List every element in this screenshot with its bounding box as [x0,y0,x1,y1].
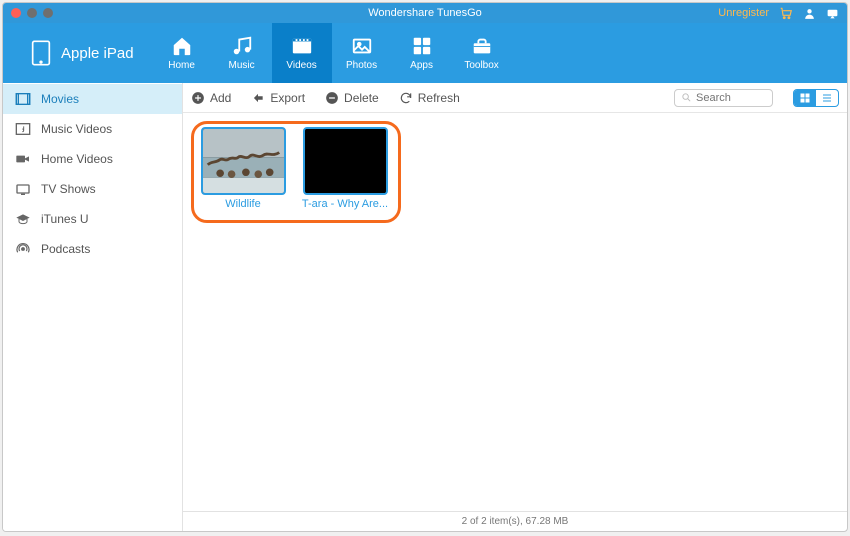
plus-circle-icon [191,91,205,105]
feedback-icon[interactable] [826,7,839,20]
add-button[interactable]: Add [191,91,231,105]
camcorder-icon [15,152,31,166]
list-view-button[interactable] [816,90,838,106]
grid-view-button[interactable] [794,90,816,106]
podcast-icon [15,242,31,256]
sidebar-item-label: Podcasts [41,242,90,256]
apps-icon [411,35,433,57]
nav-label: Photos [346,60,377,71]
sidebar-item-movies[interactable]: Movies [3,84,182,114]
sidebar-item-home-videos[interactable]: Home Videos [3,144,182,174]
app-window: Wondershare TunesGo Unregister Apple iPa… [2,2,848,532]
nav-photos[interactable]: Photos [332,23,392,83]
photos-icon [351,35,373,57]
titlebar-right: Unregister [718,6,839,20]
sidebar: Movies Music Videos Home Videos TV Shows… [3,83,183,531]
video-item[interactable]: Wildlife [197,127,289,210]
search-icon [681,92,692,103]
minimize-window-button[interactable] [27,8,37,18]
sidebar-item-label: iTunes U [41,212,89,226]
nav-apps[interactable]: Apps [392,23,452,83]
wildlife-thumb-icon [203,129,284,193]
list-icon [821,92,833,104]
grid-icon [799,92,811,104]
filmstrip-icon [15,92,31,106]
sidebar-item-label: Movies [41,92,79,106]
close-window-button[interactable] [11,8,21,18]
sidebar-item-podcasts[interactable]: Podcasts [3,234,182,264]
black-thumb-icon [305,129,386,193]
device-selector[interactable]: Apple iPad [3,23,152,83]
main-nav: Home Music Videos Photos Apps Toolbox [152,23,512,83]
refresh-icon [399,91,413,105]
export-label: Export [270,91,305,105]
videos-icon [291,35,313,57]
nav-label: Toolbox [464,60,498,71]
refresh-button[interactable]: Refresh [399,91,460,105]
video-thumbnail [303,127,388,195]
minus-circle-icon [325,91,339,105]
sidebar-item-label: Home Videos [41,152,113,166]
content: Wildlife T-ara - Why Are... [183,113,847,511]
nav-home[interactable]: Home [152,23,212,83]
status-text: 2 of 2 item(s), 67.28 MB [462,516,569,527]
search-field[interactable] [674,89,773,107]
music-icon [231,35,253,57]
body: Movies Music Videos Home Videos TV Shows… [3,83,847,531]
view-toggle [793,89,839,107]
sidebar-item-label: Music Videos [41,122,112,136]
unregister-link[interactable]: Unregister [718,7,769,19]
titlebar: Wondershare TunesGo Unregister [3,3,847,23]
device-icon [31,39,51,67]
toolbar: Add Export Delete Refresh [183,83,847,113]
delete-button[interactable]: Delete [325,91,379,105]
nav-label: Videos [286,60,316,71]
video-title: T-ara - Why Are... [302,198,388,210]
header: Apple iPad Home Music Videos Photos Apps [3,23,847,83]
video-thumbnail [201,127,286,195]
export-icon [251,91,265,105]
video-title: Wildlife [225,198,260,210]
toolbox-icon [471,35,493,57]
user-icon[interactable] [803,7,816,20]
search-input[interactable] [696,92,766,104]
maximize-window-button[interactable] [43,8,53,18]
delete-label: Delete [344,91,379,105]
window-controls [11,8,53,18]
device-name: Apple iPad [61,45,134,62]
home-icon [171,35,193,57]
statusbar: 2 of 2 item(s), 67.28 MB [183,511,847,531]
nav-label: Home [168,60,195,71]
nav-label: Music [229,60,255,71]
sidebar-item-label: TV Shows [41,182,96,196]
nav-music[interactable]: Music [212,23,272,83]
nav-videos[interactable]: Videos [272,23,332,83]
nav-label: Apps [410,60,433,71]
graduation-cap-icon [15,212,31,226]
sidebar-item-music-videos[interactable]: Music Videos [3,114,182,144]
music-video-icon [15,122,31,136]
main: Add Export Delete Refresh [183,83,847,531]
export-button[interactable]: Export [251,91,305,105]
refresh-label: Refresh [418,91,460,105]
sidebar-item-itunes-u[interactable]: iTunes U [3,204,182,234]
add-label: Add [210,91,231,105]
app-title: Wondershare TunesGo [368,7,482,19]
video-item[interactable]: T-ara - Why Are... [299,127,391,210]
sidebar-item-tv-shows[interactable]: TV Shows [3,174,182,204]
tv-icon [15,182,31,196]
nav-toolbox[interactable]: Toolbox [452,23,512,83]
cart-icon[interactable] [779,6,793,20]
video-grid: Wildlife T-ara - Why Are... [197,127,833,210]
